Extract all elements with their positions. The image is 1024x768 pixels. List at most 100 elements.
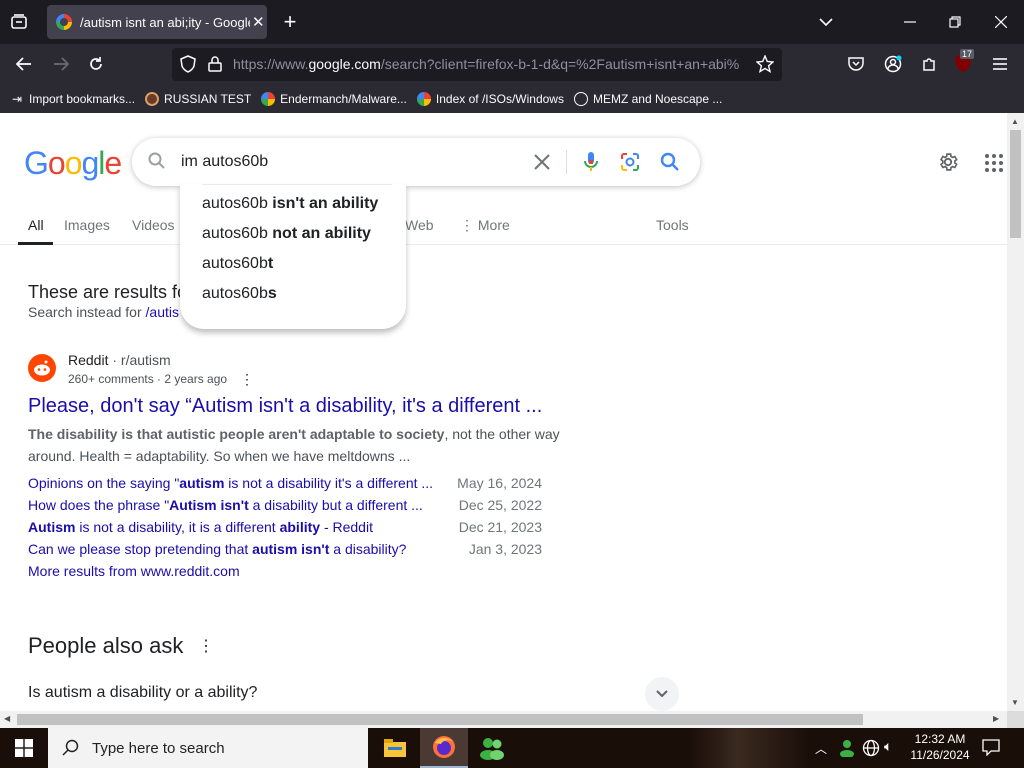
back-icon[interactable] (13, 53, 35, 75)
import-icon: ⇥ (11, 92, 23, 106)
more-results-link[interactable]: More results from www.reddit.com (28, 563, 240, 579)
tab-web[interactable]: Web (405, 217, 434, 233)
horizontal-scroll-thumb[interactable] (17, 714, 863, 725)
result-snippet-line-1: The disability is that autistic people a… (28, 426, 560, 442)
sublink-bold: autism (179, 475, 225, 491)
close-window-icon[interactable] (990, 11, 1012, 33)
result-options-icon[interactable]: ⋮ (240, 371, 254, 388)
notifications-icon[interactable] (982, 738, 1000, 761)
extensions-puzzle-icon[interactable] (918, 53, 940, 75)
close-tab-icon[interactable]: ✕ (252, 13, 265, 31)
settings-gear-icon[interactable] (937, 151, 959, 178)
bookmark-endermanch[interactable]: Endermanch/Malware... (261, 92, 407, 106)
taskbar-search-box[interactable]: Type here to search (48, 728, 368, 768)
tab-images[interactable]: Images (64, 217, 110, 233)
tab-all[interactable]: All (28, 217, 44, 233)
url-text[interactable]: https://www.google.com/search?client=fir… (233, 56, 753, 72)
pocket-icon[interactable] (845, 53, 867, 75)
search-icon (62, 739, 79, 756)
result-source[interactable]: Reddit · r/autism (68, 352, 171, 368)
scroll-right-icon[interactable]: ▶ (993, 714, 999, 723)
hamburger-menu-icon[interactable] (989, 53, 1011, 75)
scroll-up-icon[interactable]: ▲ (1011, 117, 1019, 126)
paa-options-icon[interactable]: ⋮ (198, 636, 214, 656)
google-lens-icon[interactable] (620, 152, 640, 177)
restore-window-icon[interactable] (944, 11, 966, 33)
network-globe-icon[interactable] (862, 739, 880, 762)
bookmark-star-icon[interactable] (755, 54, 775, 74)
google-apps-icon[interactable] (985, 154, 1003, 177)
people-also-ask-heading: People also ask (28, 633, 184, 658)
suggestion-item[interactable]: autos60b not an ability (202, 225, 371, 243)
google-logo-letters: Google (24, 145, 122, 181)
vertical-scroll-thumb[interactable] (1010, 130, 1021, 238)
users-app-taskbar-button[interactable] (470, 728, 514, 768)
new-tab-icon[interactable]: + (279, 9, 301, 34)
tracking-protection-shield-icon[interactable] (178, 54, 198, 74)
forward-icon[interactable] (50, 53, 72, 75)
bookmark-isos-windows[interactable]: Index of /ISOs/Windows (416, 92, 564, 106)
ublock-extension-icon[interactable]: 17 (954, 49, 976, 75)
clock[interactable]: 12:32 AM 11/26/2024 (905, 731, 975, 763)
tab-videos[interactable]: Videos (132, 217, 175, 233)
reload-icon[interactable] (85, 53, 107, 75)
windows-logo-icon (15, 739, 33, 757)
lock-icon[interactable] (205, 54, 225, 74)
search-instead-label: Search instead for (28, 304, 146, 320)
volume-speaker-icon[interactable]: 🔈︎ (884, 738, 892, 755)
bookmark-memz[interactable]: MEMZ and Noescape ... (573, 92, 722, 106)
google-favicon-icon (261, 92, 276, 106)
globe-icon (573, 92, 588, 106)
sublink-date: May 16, 2024 (457, 475, 542, 491)
firefox-taskbar-button[interactable] (420, 728, 468, 768)
bookmark-russian-test[interactable]: RUSSIAN TEST (145, 92, 251, 106)
bookmark-label: Index of /ISOs/Windows (435, 92, 564, 106)
search-box[interactable]: im autos60b (132, 138, 700, 186)
clear-search-icon[interactable] (533, 153, 551, 176)
scroll-left-icon[interactable]: ◀ (4, 714, 10, 723)
tab-more[interactable]: ⋮ More (460, 217, 510, 234)
suggestion-bold: not an ability (272, 225, 371, 242)
address-bar[interactable]: https://www.google.com/search?client=fir… (172, 48, 782, 81)
sublink-text: Can we please stop pretending that (28, 541, 253, 557)
google-logo[interactable]: Google (24, 145, 122, 182)
tab-tools[interactable]: Tools (656, 217, 689, 233)
result-meta: 260+ comments · 2 years ago (68, 372, 228, 386)
suggestion-bold: isn't an ability (272, 195, 379, 212)
autocomplete-dropdown: autos60b isn't an ability autos60b not a… (180, 184, 406, 329)
sublink-text: a disability but a different ... (248, 497, 423, 513)
minimize-window-icon[interactable] (899, 11, 921, 33)
paa-question[interactable]: Is autism a disability or a ability? (28, 684, 257, 702)
start-button[interactable] (0, 728, 48, 768)
scroll-down-icon[interactable]: ▼ (1011, 698, 1019, 707)
suggestion-item[interactable]: autos60bs (202, 285, 277, 303)
voice-search-mic-icon[interactable] (583, 150, 599, 179)
search-instead-link[interactable]: /autis (146, 304, 179, 320)
user-tray-icon[interactable] (838, 739, 856, 762)
chevron-down-icon[interactable] (815, 11, 837, 33)
account-icon[interactable] (882, 53, 904, 75)
list-all-tabs-icon[interactable] (8, 11, 30, 33)
show-hidden-icons-chevron-icon[interactable]: ︿ (815, 740, 827, 757)
bookmark-favicon-icon (145, 92, 160, 106)
sublink[interactable]: Can we please stop pretending that autis… (28, 541, 406, 557)
vertical-scrollbar[interactable]: ▲ ▼ (1007, 113, 1024, 711)
suggestion-item[interactable]: autos60b isn't an ability (202, 195, 378, 213)
logo-letter: G (24, 145, 49, 181)
bookmark-import[interactable]: ⇥ Import bookmarks... (10, 92, 135, 106)
file-explorer-taskbar-button[interactable] (373, 728, 417, 768)
suggestion-item[interactable]: autos60bt (202, 255, 273, 273)
result-title-link[interactable]: Please, don't say “Autism isn't a disabi… (28, 395, 542, 418)
tab-google-search[interactable]: /autism isnt an abi;ity - Google ✕ (47, 5, 267, 39)
expand-chevron-icon[interactable] (645, 677, 679, 711)
sublink[interactable]: How does the phrase "Autism isn't a disa… (28, 497, 423, 513)
sublink[interactable]: Opinions on the saying "autism is not a … (28, 475, 433, 491)
horizontal-scrollbar[interactable]: ◀ ▶ (0, 711, 1007, 728)
snippet-rest: , not the other way (444, 426, 560, 442)
search-input[interactable]: im autos60b (181, 153, 268, 171)
sublink[interactable]: Autism is not a disability, it is a diff… (28, 519, 373, 535)
search-submit-icon[interactable] (660, 152, 680, 177)
more-vertical-icon: ⋮ (460, 217, 478, 233)
folder-icon (384, 739, 406, 757)
bookmark-label: Endermanch/Malware... (280, 92, 407, 106)
